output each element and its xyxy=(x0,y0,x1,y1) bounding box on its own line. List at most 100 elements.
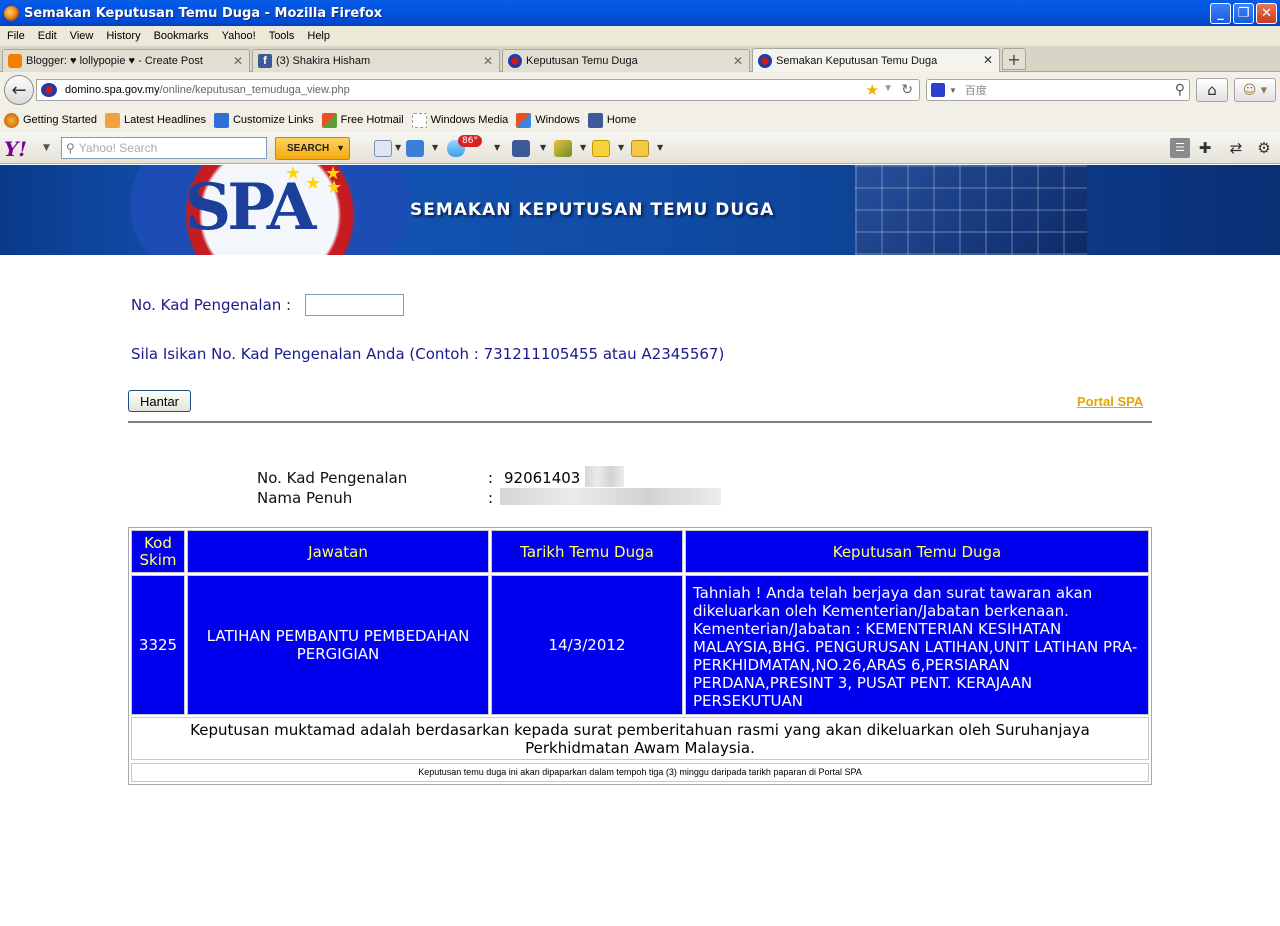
result-table: Kod Skim Jawatan Tarikh Temu Duga Keputu… xyxy=(128,527,1152,785)
dropdown-icon[interactable]: ▼ xyxy=(494,143,500,152)
cell-jawatan: LATIHAN PEMBANTU PEMBEDAHAN PERGIGIAN xyxy=(187,575,489,715)
ic-hint-text: Sila Isikan No. Kad Pengenalan Anda (Con… xyxy=(131,345,725,363)
bookmark-free-hotmail[interactable]: Free Hotmail xyxy=(321,112,404,128)
search-engine-icon[interactable] xyxy=(931,83,945,97)
bookmark-latest-headlines[interactable]: Latest Headlines xyxy=(105,112,206,128)
tab-close-icon[interactable]: ✕ xyxy=(733,54,743,68)
menu-edit[interactable]: Edit xyxy=(38,30,57,42)
tab-close-icon[interactable]: ✕ xyxy=(233,54,243,68)
tab-blogger[interactable]: Blogger: ♥ lollypopie ♥ - Create Post ✕ xyxy=(2,49,250,72)
bookmark-getting-started[interactable]: Getting Started xyxy=(4,112,97,128)
menu-bar: File Edit View History Bookmarks Yahoo! … xyxy=(0,26,1280,46)
yahoo-search-input[interactable]: ⚲ Yahoo! Search xyxy=(61,137,267,159)
new-tab-button[interactable]: + xyxy=(1002,48,1026,70)
yahoo-logo-icon[interactable]: Y! xyxy=(4,137,27,161)
gear-icon[interactable]: ⚙ xyxy=(1254,138,1274,158)
star-icon: ★ xyxy=(285,165,302,184)
bookmark-windows[interactable]: Windows xyxy=(516,112,580,128)
bookmark-star-icon[interactable]: ★ xyxy=(866,81,879,99)
home-button[interactable]: ⌂ xyxy=(1196,78,1228,102)
star-icon: ★ xyxy=(326,177,343,198)
yahoo-search-label: SEARCH xyxy=(287,143,330,154)
header-tarikh: Tarikh Temu Duga xyxy=(491,530,683,573)
minimize-button[interactable]: _ xyxy=(1210,3,1231,24)
swap-icon[interactable]: ⇄ xyxy=(1226,138,1246,158)
site-identity-icon[interactable] xyxy=(41,83,57,97)
portal-spa-link[interactable]: Portal SPA xyxy=(1077,394,1143,409)
info-separator: : xyxy=(488,469,494,487)
tab-label: Blogger: ♥ lollypopie ♥ - Create Post xyxy=(26,55,203,67)
browser-search-bar[interactable]: ▼ 百度 ⚲ xyxy=(926,79,1190,101)
bookmark-label: Getting Started xyxy=(23,114,97,126)
header-jawatan: Jawatan xyxy=(187,530,489,573)
bookmark-windows-media[interactable]: Windows Media xyxy=(411,112,508,128)
url-path: /online/keputusan_temuduga_view.php xyxy=(159,84,350,96)
info-ic-value: 92061403 xyxy=(504,469,581,487)
dropdown-icon[interactable]: ▼ xyxy=(395,143,401,152)
facebook-icon[interactable] xyxy=(512,140,530,157)
mail-icon[interactable] xyxy=(406,140,424,157)
maximize-button[interactable]: ❐ xyxy=(1233,3,1254,24)
tab-keputusan[interactable]: Keputusan Temu Duga ✕ xyxy=(502,49,750,72)
menu-help[interactable]: Help xyxy=(307,30,330,42)
menu-history[interactable]: History xyxy=(106,30,140,42)
facebook-icon xyxy=(587,112,603,128)
hantar-button[interactable]: Hantar xyxy=(128,390,191,412)
dropdown-icon[interactable]: ▼ xyxy=(432,143,438,152)
photo-icon[interactable] xyxy=(554,140,572,157)
bookmark-home[interactable]: Home xyxy=(587,112,636,128)
add-icon[interactable]: ✚ xyxy=(1195,138,1215,158)
divider xyxy=(128,421,1152,423)
addon-button[interactable]: ☺ ▾ xyxy=(1234,78,1276,102)
yahoo-search-button[interactable]: SEARCH ▼ xyxy=(275,137,350,160)
tab-facebook[interactable]: f (3) Shakira Hisham ✕ xyxy=(252,49,500,72)
menu-file[interactable]: File xyxy=(7,30,25,42)
menu-view[interactable]: View xyxy=(70,30,94,42)
url-history-dropdown-icon[interactable]: ▼ xyxy=(883,83,893,94)
back-button[interactable]: ← xyxy=(4,75,34,105)
addon-face-icon: ☺ ▾ xyxy=(1242,82,1268,98)
spa-icon xyxy=(508,54,522,68)
cell-keputusan: Tahniah ! Anda telah berjaya dan surat t… xyxy=(685,575,1149,715)
windows-flag-icon xyxy=(321,112,337,128)
menu-yahoo[interactable]: Yahoo! xyxy=(222,30,256,42)
dropdown-icon[interactable]: ▼ xyxy=(540,143,546,152)
ic-number-input[interactable] xyxy=(305,294,404,316)
tab-semakan[interactable]: Semakan Keputusan Temu Duga ✕ xyxy=(752,48,1000,73)
reload-icon[interactable]: ↻ xyxy=(901,81,913,98)
rss-feed-icon xyxy=(105,112,120,128)
window-controls: _ ❐ ✕ xyxy=(1210,3,1277,24)
yahoo-dropdown-icon[interactable]: ▼ xyxy=(43,143,50,153)
search-icon: ⚲ xyxy=(66,141,75,155)
home-icon: ⌂ xyxy=(1207,81,1217,99)
bookmark-label: Windows xyxy=(535,114,580,126)
bookmarks-icon[interactable] xyxy=(374,140,392,157)
windows-flag-icon xyxy=(516,112,532,128)
close-window-button[interactable]: ✕ xyxy=(1256,3,1277,24)
tab-close-icon[interactable]: ✕ xyxy=(983,53,993,67)
msn-icon xyxy=(213,112,229,128)
star-icon: ★ xyxy=(305,173,322,194)
tab-close-icon[interactable]: ✕ xyxy=(483,54,493,68)
engine-dropdown-icon[interactable]: ▼ xyxy=(949,86,957,95)
search-icon[interactable]: ⚲ xyxy=(1175,81,1185,98)
header-kod-skim: Kod Skim xyxy=(131,530,185,573)
search-options-dropdown-icon[interactable]: ▼ xyxy=(336,143,345,153)
bookmark-customize-links[interactable]: Customize Links xyxy=(213,112,314,128)
toolbar-menu-icon[interactable]: ☰ xyxy=(1170,138,1190,158)
dropdown-icon[interactable]: ▼ xyxy=(618,143,624,152)
ebay-icon[interactable] xyxy=(592,140,610,157)
ic-label: No. Kad Pengenalan : xyxy=(131,296,292,314)
yahoo-search-placeholder: Yahoo! Search xyxy=(78,141,158,155)
tab-label: (3) Shakira Hisham xyxy=(276,55,371,67)
menu-tools[interactable]: Tools xyxy=(269,30,295,42)
header-keputusan: Keputusan Temu Duga xyxy=(685,530,1149,573)
dropdown-icon[interactable]: ▼ xyxy=(580,143,586,152)
url-bar[interactable]: domino.spa.gov.my /online/keputusan_temu… xyxy=(36,79,920,101)
shopping-icon[interactable] xyxy=(631,140,649,157)
blogger-icon xyxy=(8,54,22,68)
menu-bookmarks[interactable]: Bookmarks xyxy=(154,30,209,42)
info-separator: : xyxy=(488,489,494,507)
back-arrow-icon: ← xyxy=(11,79,27,101)
dropdown-icon[interactable]: ▼ xyxy=(657,143,663,152)
